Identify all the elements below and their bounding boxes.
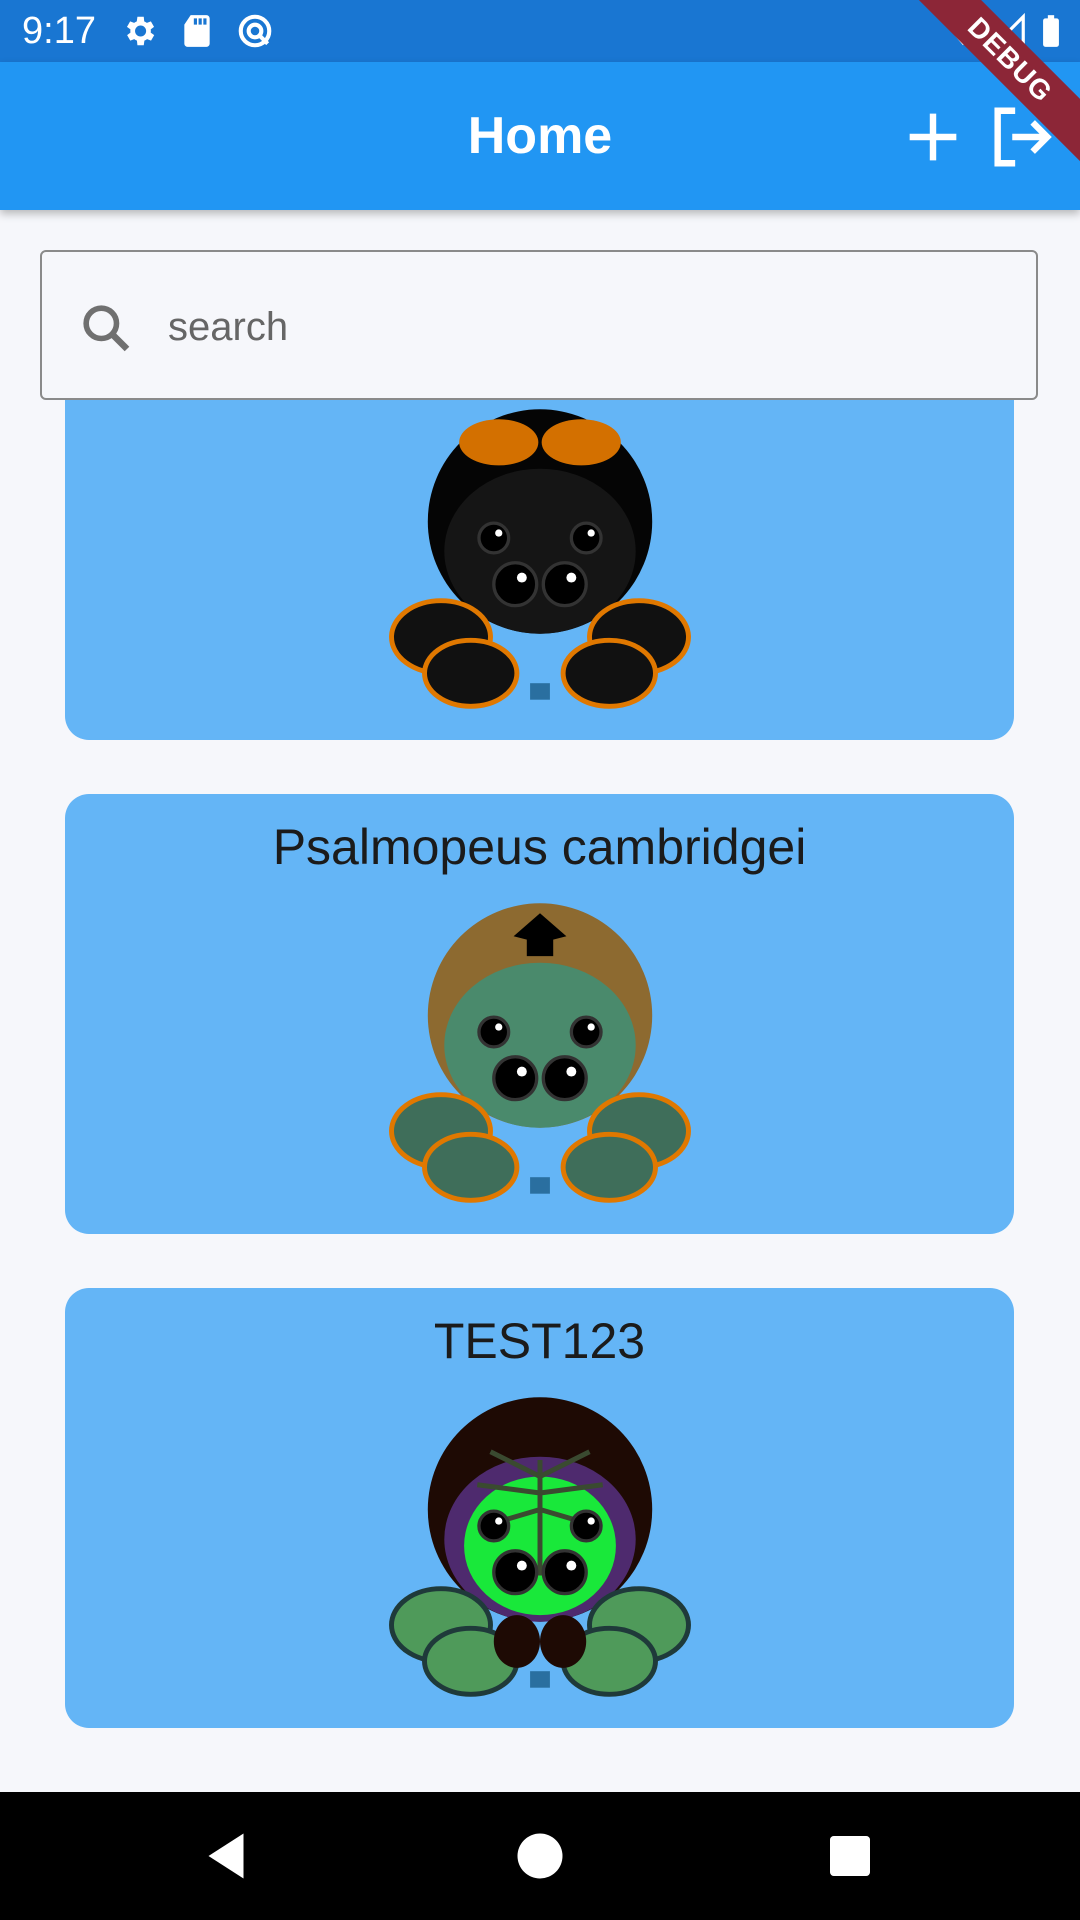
battery-icon — [1043, 15, 1059, 47]
spider-name: TEST123 — [433, 1313, 646, 1369]
status-time: 9:17 — [22, 10, 96, 52]
spider-list[interactable]: Psalmopeus cambridgei TEST123 — [0, 400, 1080, 1792]
spider-avatar — [389, 1397, 691, 1697]
app-bar: Home — [0, 62, 1080, 210]
sd-card-icon — [184, 15, 210, 47]
back-icon[interactable] — [196, 1826, 256, 1886]
spider-card[interactable]: TEST123 — [65, 1288, 1014, 1728]
spider-avatar — [389, 409, 691, 709]
spider-avatar — [389, 903, 691, 1203]
search-icon — [83, 305, 130, 352]
search-input[interactable] — [166, 292, 970, 362]
status-bar: 9:17 — [0, 0, 1080, 62]
add-icon[interactable] — [898, 102, 968, 172]
navigation-bar — [0, 1792, 1080, 1920]
spider-card[interactable]: Psalmopeus cambridgei — [65, 794, 1014, 1234]
recents-icon[interactable] — [820, 1826, 880, 1886]
spider-card[interactable] — [65, 400, 1014, 740]
spider-name: Psalmopeus cambridgei — [272, 819, 807, 875]
sync-icon — [238, 14, 272, 48]
gear-icon — [126, 16, 155, 46]
home-icon[interactable] — [510, 1826, 570, 1886]
search-field[interactable] — [40, 250, 1038, 400]
